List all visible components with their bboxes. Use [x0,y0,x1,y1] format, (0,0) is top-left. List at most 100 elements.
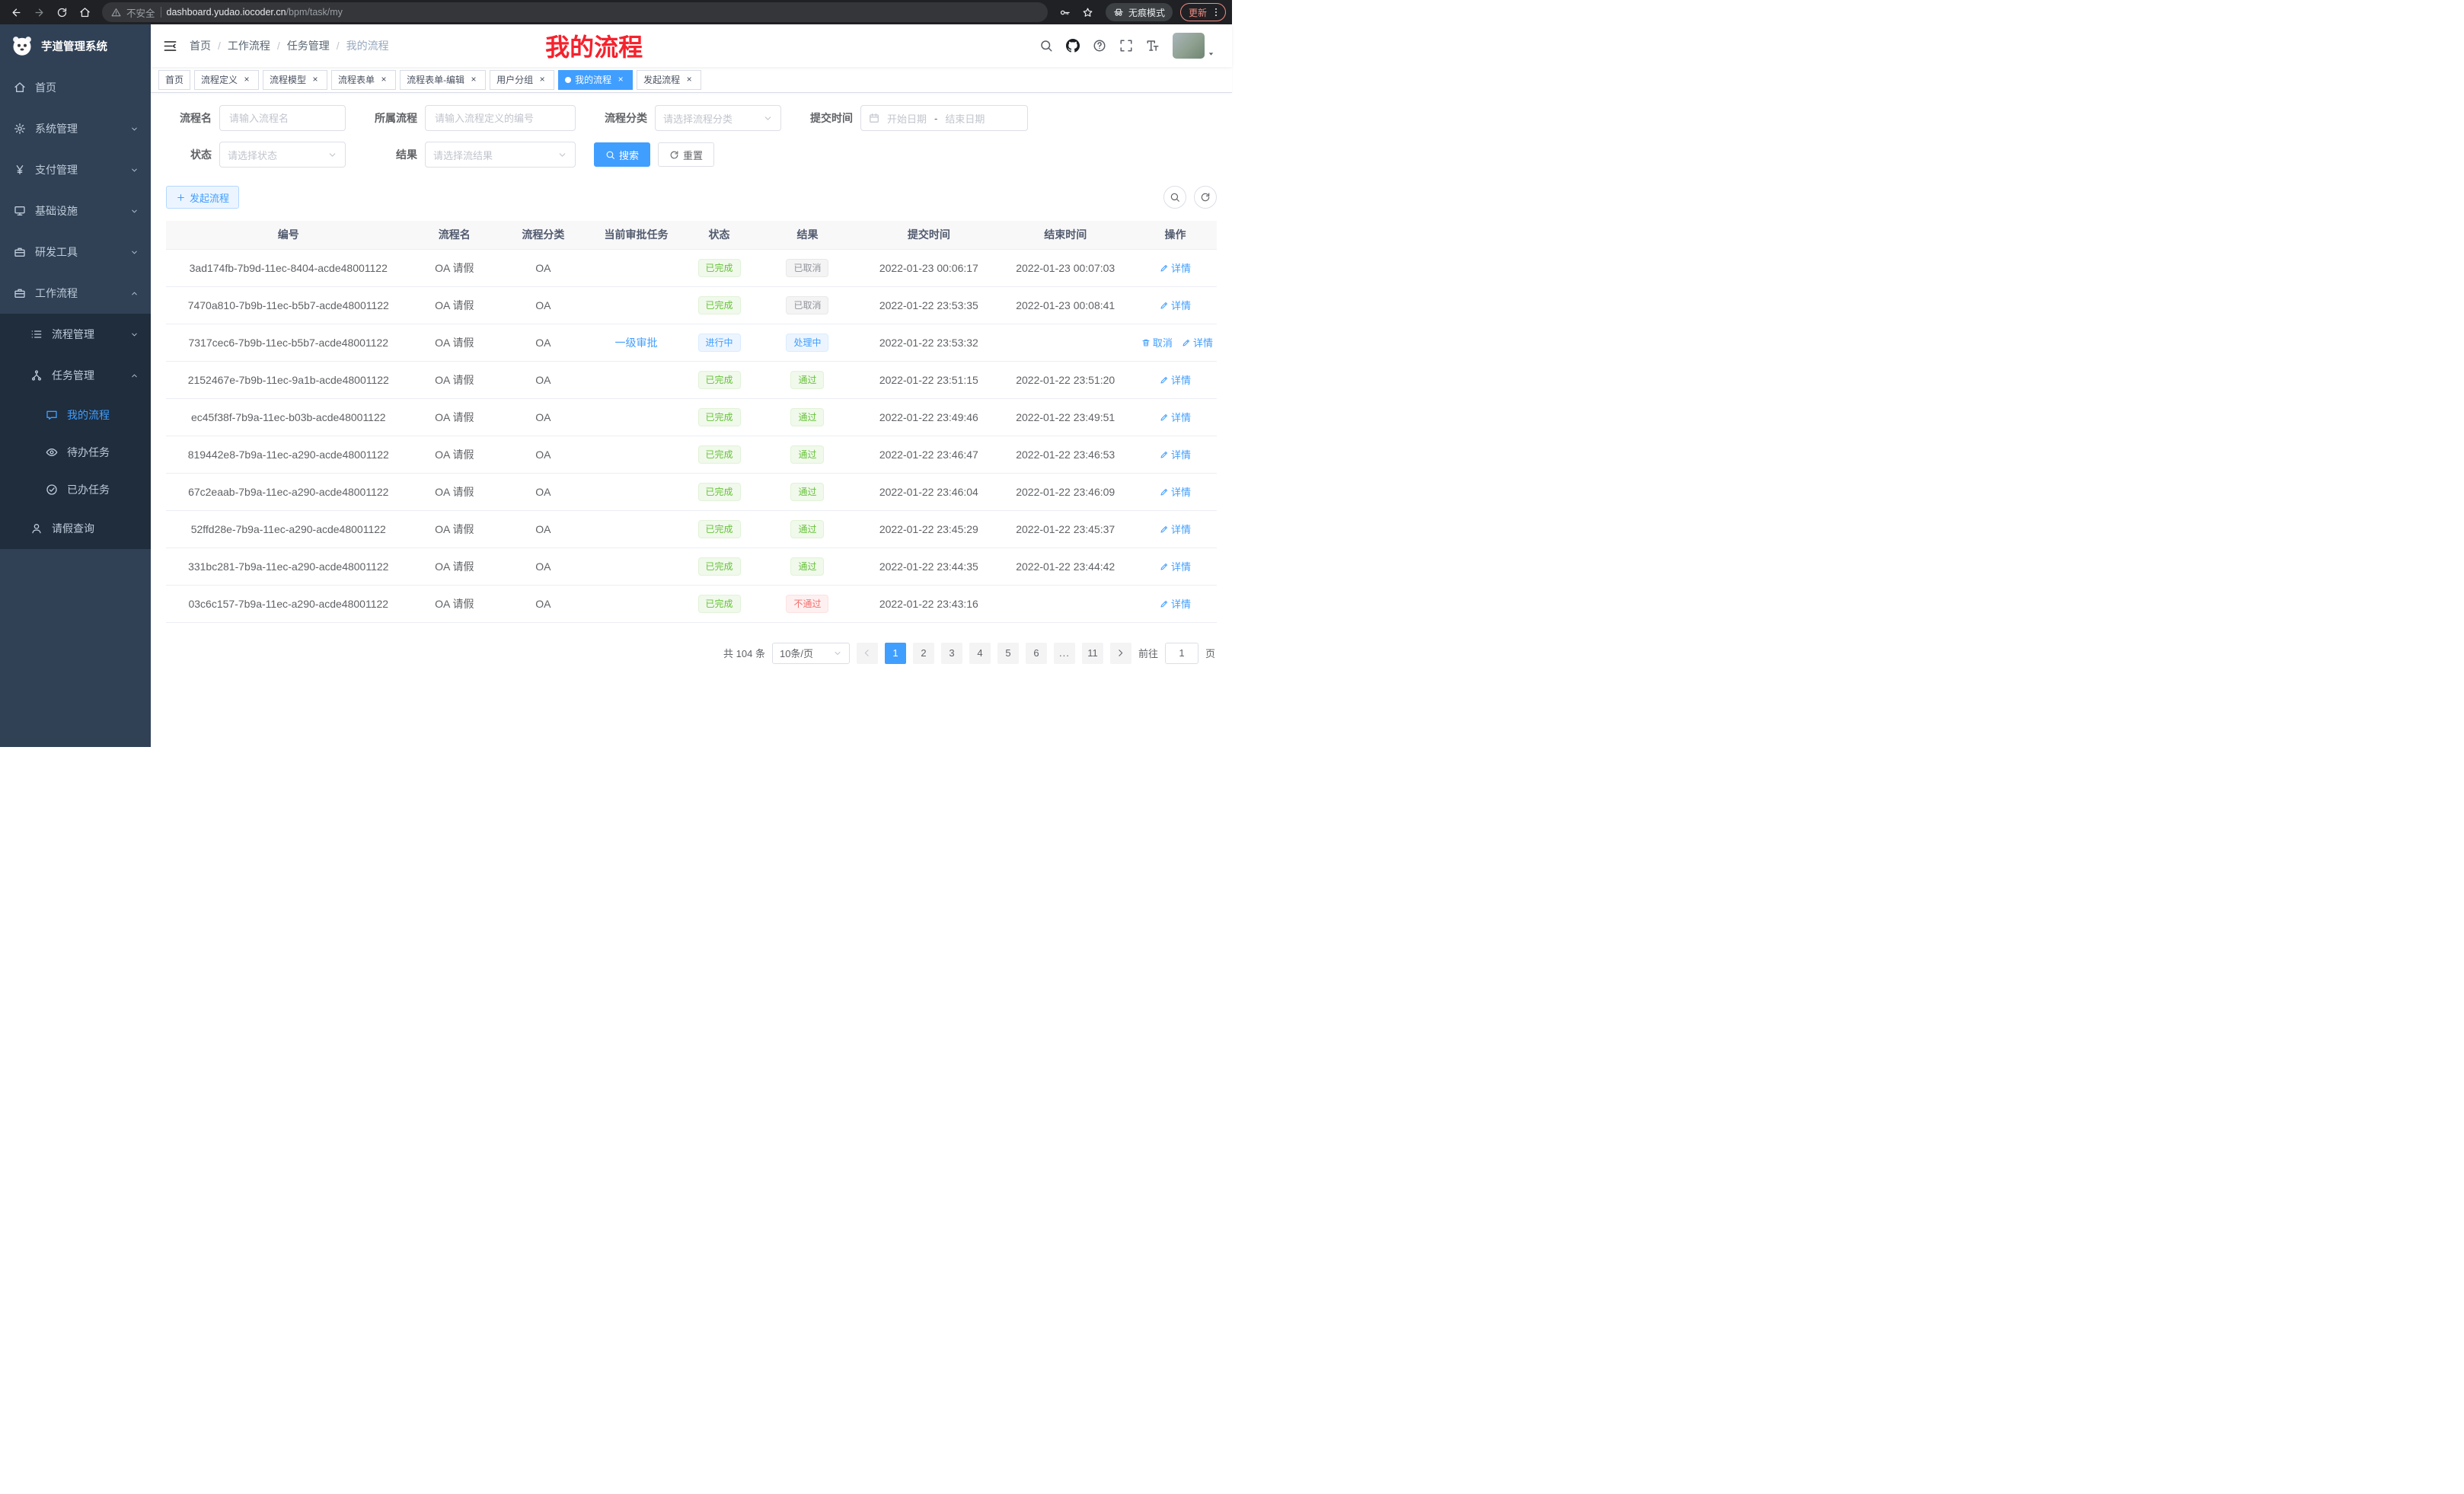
user-avatar[interactable] [1173,33,1220,59]
tab-my-process[interactable]: 我的流程× [558,70,633,90]
cell-actions: 详情 [1134,585,1217,622]
warning-icon[interactable] [111,8,121,18]
detail-action[interactable]: 详情 [1182,335,1213,350]
tab-close-icon[interactable]: × [615,75,626,85]
sidebar-item-leave-query[interactable]: 请假查询 [0,508,151,549]
breadcrumb-item-home[interactable]: 首页 [190,38,211,53]
tab-process-form[interactable]: 流程表单× [331,70,396,90]
tab-home[interactable]: 首页 [158,70,190,90]
key-icon[interactable] [1055,2,1075,22]
category-placeholder: 请选择流程分类 [663,111,732,126]
breadcrumb-item-task-management[interactable]: 任务管理 [287,38,330,53]
page-buttons: 123456... 11 [885,643,1103,664]
reload-icon[interactable] [52,2,72,22]
search-button[interactable]: 搜索 [594,142,650,167]
refresh-table-button[interactable] [1194,186,1217,209]
reset-button[interactable]: 重置 [658,142,714,167]
more-pages-button[interactable]: ... [1054,643,1075,664]
hide-search-button[interactable] [1163,186,1186,209]
page-button-1[interactable]: 1 [885,643,906,664]
tab-close-icon[interactable]: × [684,75,694,85]
cell-status: 已完成 [684,436,754,473]
sidebar-item-dev-tools[interactable]: 研发工具 [0,231,151,273]
update-label: 更新 [1189,6,1207,19]
menu-fold-icon[interactable] [163,39,177,53]
sidebar-item-label: 首页 [35,80,139,95]
update-button[interactable]: 更新 [1180,3,1226,21]
detail-action[interactable]: 详情 [1160,298,1191,312]
tab-close-icon[interactable]: × [378,75,389,85]
tab-process-model[interactable]: 流程模型× [263,70,327,90]
breadcrumb-item-workflow[interactable]: 工作流程 [228,38,270,53]
fullscreen-icon[interactable] [1119,39,1133,53]
detail-action[interactable]: 详情 [1160,559,1191,573]
header: 首页 / 工作流程 / 任务管理 / 我的流程 我的流程 [151,24,1232,67]
tab-close-icon[interactable]: × [468,75,479,85]
sidebar-item-todo-tasks[interactable]: 待办任务 [0,433,151,471]
font-size-icon[interactable] [1146,39,1160,53]
detail-action[interactable]: 详情 [1160,596,1191,611]
page-button-2[interactable]: 2 [913,643,934,664]
table-row: 2152467e-7b9b-11ec-9a1b-acde48001122OA 请… [166,361,1217,398]
page-button-11[interactable]: 11 [1082,643,1103,664]
back-icon[interactable] [6,2,26,22]
page-button-6[interactable]: 6 [1026,643,1047,664]
page-button-4[interactable]: 4 [969,643,991,664]
cell-task [589,361,685,398]
search-icon[interactable] [1039,39,1053,53]
tab-process-definition[interactable]: 流程定义× [194,70,259,90]
next-page-button[interactable] [1110,643,1131,664]
process-def-input[interactable] [425,105,576,131]
task-link[interactable]: 一级审批 [615,337,658,349]
start-process-button[interactable]: 发起流程 [166,186,239,209]
tab-user-group[interactable]: 用户分组× [490,70,554,90]
cell-category: OA [498,398,589,436]
sidebar-item-infrastructure[interactable]: 基础设施 [0,190,151,231]
help-icon[interactable] [1093,39,1106,53]
category-select[interactable]: 请选择流程分类 [655,105,781,131]
tab-process-form-edit[interactable]: 流程表单-编辑× [400,70,486,90]
submit-time-range-picker[interactable]: 开始日期 - 结束日期 [860,105,1028,131]
sidebar-item-done-tasks[interactable]: 已办任务 [0,471,151,508]
browser-home-icon[interactable] [75,2,94,22]
detail-action[interactable]: 详情 [1160,484,1191,499]
detail-action[interactable]: 详情 [1160,522,1191,536]
browser-menu-icon[interactable] [1208,5,1224,20]
cell-status: 进行中 [684,324,754,361]
cancel-action[interactable]: 取消 [1141,335,1173,350]
cell-end-time: 2022-01-22 23:46:09 [997,473,1134,510]
edit-icon [1160,525,1169,534]
tab-close-icon[interactable]: × [537,75,547,85]
sidebar-item-workflow[interactable]: 工作流程 [0,273,151,314]
tab-close-icon[interactable]: × [310,75,321,85]
result-select[interactable]: 请选择流结果 [425,142,576,168]
goto-page-input[interactable] [1165,643,1198,664]
filter-row-2: 状态 请选择状态 结果 请选择流结果 搜索 重置 [166,142,1217,168]
page-size-select[interactable]: 10条/页 [772,643,850,664]
sidebar-item-payment-management[interactable]: 支付管理 [0,149,151,190]
bookmark-star-icon[interactable] [1078,2,1098,22]
detail-action[interactable]: 详情 [1160,372,1191,387]
sidebar-item-home[interactable]: 首页 [0,67,151,108]
tab-start-process[interactable]: 发起流程× [637,70,701,90]
github-icon[interactable] [1066,39,1080,53]
sidebar-item-process-management[interactable]: 流程管理 [0,314,151,355]
forward-icon[interactable] [29,2,49,22]
address-bar[interactable]: 不安全 dashboard.yudao.iocoder.cn/bpm/task/… [102,2,1048,22]
app-logo-row[interactable]: 芋道管理系统 [0,24,151,67]
cell-result: 不通过 [755,585,860,622]
page-button-5[interactable]: 5 [997,643,1019,664]
tab-close-icon[interactable]: × [241,75,252,85]
process-name-input[interactable] [219,105,346,131]
chat-icon [46,409,58,421]
sidebar-item-task-management[interactable]: 任务管理 [0,355,151,396]
page-button-3[interactable]: 3 [941,643,962,664]
sidebar-item-system-management[interactable]: 系统管理 [0,108,151,149]
status-select[interactable]: 请选择状态 [219,142,346,168]
cell-task [589,473,685,510]
detail-action[interactable]: 详情 [1160,260,1191,275]
detail-action[interactable]: 详情 [1160,410,1191,424]
sidebar-item-my-process[interactable]: 我的流程 [0,396,151,433]
prev-page-button[interactable] [857,643,878,664]
detail-action[interactable]: 详情 [1160,447,1191,461]
